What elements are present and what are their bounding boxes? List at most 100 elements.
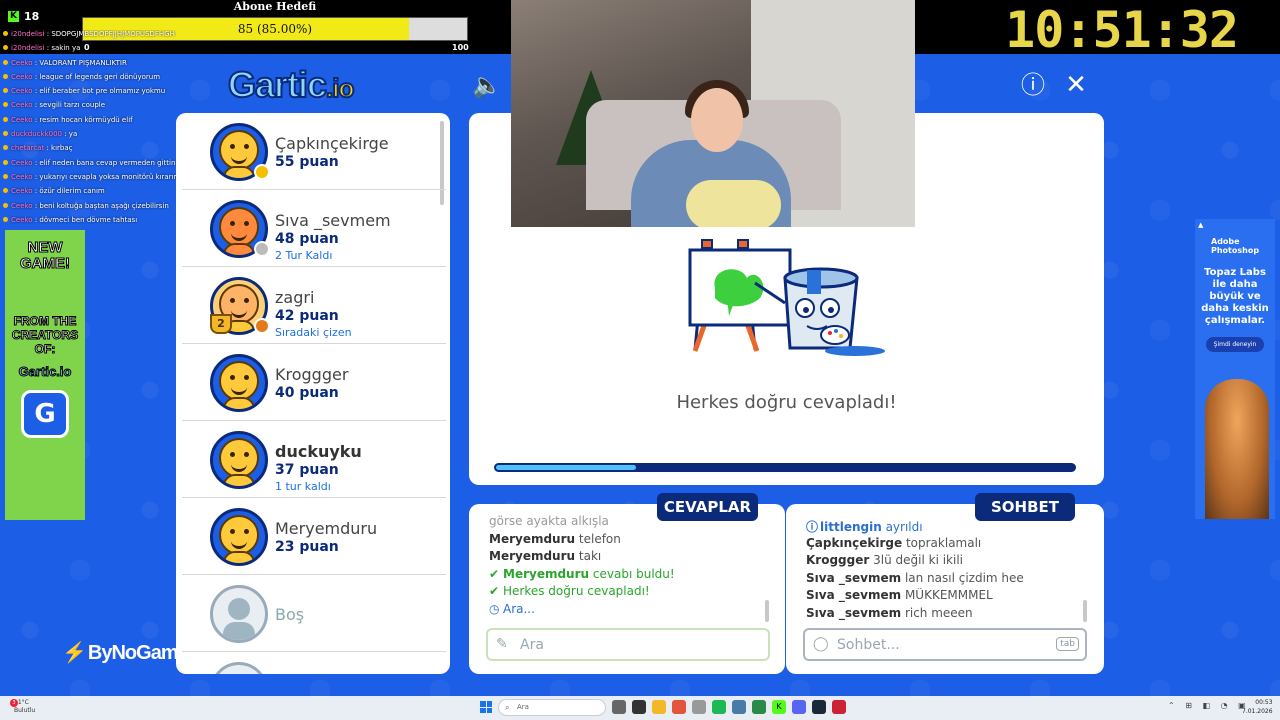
answer-input[interactable]	[520, 635, 720, 655]
answer-input-box[interactable]: ✎	[486, 628, 770, 661]
chat-input[interactable]	[837, 635, 1037, 655]
stream-chat-user: Ceeko	[11, 101, 33, 110]
firefox-icon[interactable]	[672, 700, 686, 714]
info-icon[interactable]: ⓘ	[1018, 70, 1048, 100]
player-row[interactable]: Boş	[182, 576, 446, 652]
player-row[interactable]: duckuyku 37 puan 1 tur kaldı	[182, 422, 446, 498]
right-ad-button[interactable]: Şimdi deneyin	[1206, 337, 1264, 352]
player-row[interactable]: Çapkınçekirge 55 puan	[182, 114, 446, 190]
kick-app-icon[interactable]: K	[772, 700, 786, 714]
player-row[interactable]: 2 zagri 42 puan Sıradaki çizen	[182, 268, 446, 344]
answers-message: Meryemduru takı	[489, 549, 769, 567]
blue-paint-puddle	[825, 346, 885, 356]
stream-chat-user: Ceeko	[11, 87, 33, 96]
stream-chat-line: i20ndelisi : SDOPGJMBSDOPFJJHJMOPÜSDFHGH	[3, 30, 183, 44]
player-status-dot	[254, 241, 270, 257]
stream-chat-line: Ceeko : elif neden bana cevap vermeden g…	[3, 159, 183, 173]
right-ad-banner[interactable]: ▲ Adobe Photoshop Topaz Labs ile daha bü…	[1195, 219, 1275, 519]
stream-chat-text: ya	[68, 130, 78, 139]
chat-badge-icon	[3, 31, 8, 36]
answers-message: Meryemduru telefon	[489, 532, 769, 550]
answers-message: ✔ Meryemduru cevabı buldu!	[489, 567, 769, 585]
gartic-logo[interactable]: Gartic.io	[227, 63, 355, 106]
taskbar-apps: K	[612, 700, 846, 714]
stream-chat-user: Ceeko	[11, 172, 33, 181]
gartic-logo-main: Gartic	[227, 63, 328, 106]
discord-icon[interactable]	[792, 700, 806, 714]
player-row[interactable]: Meryemduru 23 puan	[182, 499, 446, 575]
player-row-empty[interactable]	[182, 653, 446, 674]
stream-chat-text: elif beraber bot pre olmamız yokmu	[39, 87, 166, 96]
stream-chat-line: Ceeko : resim hocan körmüydü elif	[3, 116, 183, 130]
widgets-app-icon[interactable]	[612, 700, 626, 714]
right-ad-cat-image	[1205, 379, 1269, 519]
taskbar-search[interactable]: ⌕ Ara	[498, 699, 606, 716]
player-row[interactable]: Sıva _sevmem 48 puan 2 Tur Kaldı	[182, 191, 446, 267]
player-avatar	[210, 508, 268, 566]
chat-badge-icon	[3, 216, 8, 222]
spotify-icon[interactable]	[712, 700, 726, 714]
player-avatar	[210, 354, 268, 412]
system-tray-icons[interactable]: ⌃ ⊞ ◧ ◔ ▣	[1168, 701, 1250, 710]
stream-chat-user: i20ndelisi	[11, 44, 45, 53]
player-status-dot	[254, 164, 270, 180]
taskbar-time: 00:53	[1255, 699, 1273, 706]
chat-scrollbar[interactable]	[1083, 600, 1087, 622]
file-explorer-icon[interactable]	[652, 700, 666, 714]
tab-chat[interactable]: SOHBET	[975, 493, 1075, 521]
stream-chat-text: SDOPGJMBSDOPFJJHJMOPÜSDFHGH	[51, 30, 175, 38]
taskbar-clock[interactable]: 00:53 7.01.2026	[1242, 698, 1273, 716]
chat-badge-icon	[3, 102, 8, 108]
chat-badge-icon	[3, 45, 8, 51]
avatar-face	[219, 361, 259, 401]
app-icon-3[interactable]	[752, 700, 766, 714]
left-ad-banner[interactable]: NEW GAME! FROM THE CREATORS OF: Gartic.i…	[5, 230, 85, 520]
app-icon[interactable]	[692, 700, 706, 714]
player-row[interactable]: Kroggger 40 puan	[182, 345, 446, 421]
bucket-pupil-right	[828, 307, 834, 313]
stream-chat-line: Ceeko : VALORANT PİŞMANLIKTIR	[3, 59, 183, 73]
ad-choices-icon[interactable]: ▲	[1198, 221, 1203, 229]
answers-message: ◷ Ara...	[489, 602, 769, 620]
bynogame-watermark: ⚡ ByNoGame	[62, 640, 189, 665]
weather-widget[interactable]: 3 11°C Bulutlu	[10, 699, 35, 715]
stream-clock: 10:51:32	[1005, 1, 1239, 59]
tab-answers[interactable]: CEVAPLAR	[657, 493, 758, 521]
stream-chat-text: özür dilerim canım	[39, 187, 105, 196]
chat-message: Sıva _sevmem rich meeen	[806, 606, 1086, 624]
sound-toggle-icon[interactable]: 🔈	[472, 70, 502, 100]
stream-chat-user: Ceeko	[11, 72, 33, 81]
task-view-icon[interactable]	[632, 700, 646, 714]
player-status-text: 2 Tur Kaldı	[275, 249, 333, 262]
stream-chat-text: VALORANT PİŞMANLIKTIR	[39, 58, 127, 67]
close-icon[interactable]: ✕	[1061, 70, 1091, 100]
left-ad-headline: NEW GAME!	[20, 239, 71, 272]
answers-scrollbar[interactable]	[765, 600, 769, 622]
stream-chat-user: duckduckk000	[11, 130, 62, 139]
chat-badge-icon	[3, 188, 8, 194]
left-ad-subline: FROM THE CREATORS OF:	[11, 314, 79, 357]
chat-message: Kroggger 3lü değil ki ikili	[806, 553, 1086, 571]
palette-dot-yellow	[839, 334, 843, 338]
stream-chat-user: Ceeko	[11, 115, 33, 124]
chat-badge-icon	[3, 173, 8, 179]
player-name: zagri	[275, 288, 315, 307]
player-status-dot	[254, 318, 270, 334]
player-points: 37 puan	[275, 462, 339, 478]
answers-message-name: Meryemduru	[503, 566, 590, 581]
check-icon: ✔	[489, 584, 500, 599]
right-ad-brand-line2: Photoshop	[1211, 246, 1260, 255]
chat-input-box[interactable]: ◯ tab	[803, 628, 1087, 661]
chat-badge-icon	[3, 59, 8, 65]
right-ad-brand: Adobe Photoshop	[1195, 219, 1275, 255]
steam-icon[interactable]	[812, 700, 826, 714]
round-timer-fill	[496, 465, 636, 470]
windows-start-icon[interactable]	[480, 701, 492, 713]
player-avatar	[210, 662, 268, 674]
stream-chat-line: duckduckk000 : ya	[3, 130, 183, 144]
app-icon-2[interactable]	[732, 700, 746, 714]
chat-badge-icon	[3, 88, 8, 94]
stream-chat-line: Ceeko : sevgili tarzı couple	[3, 101, 183, 115]
obs-icon[interactable]	[832, 700, 846, 714]
gartic-app-icon: G	[21, 390, 69, 438]
